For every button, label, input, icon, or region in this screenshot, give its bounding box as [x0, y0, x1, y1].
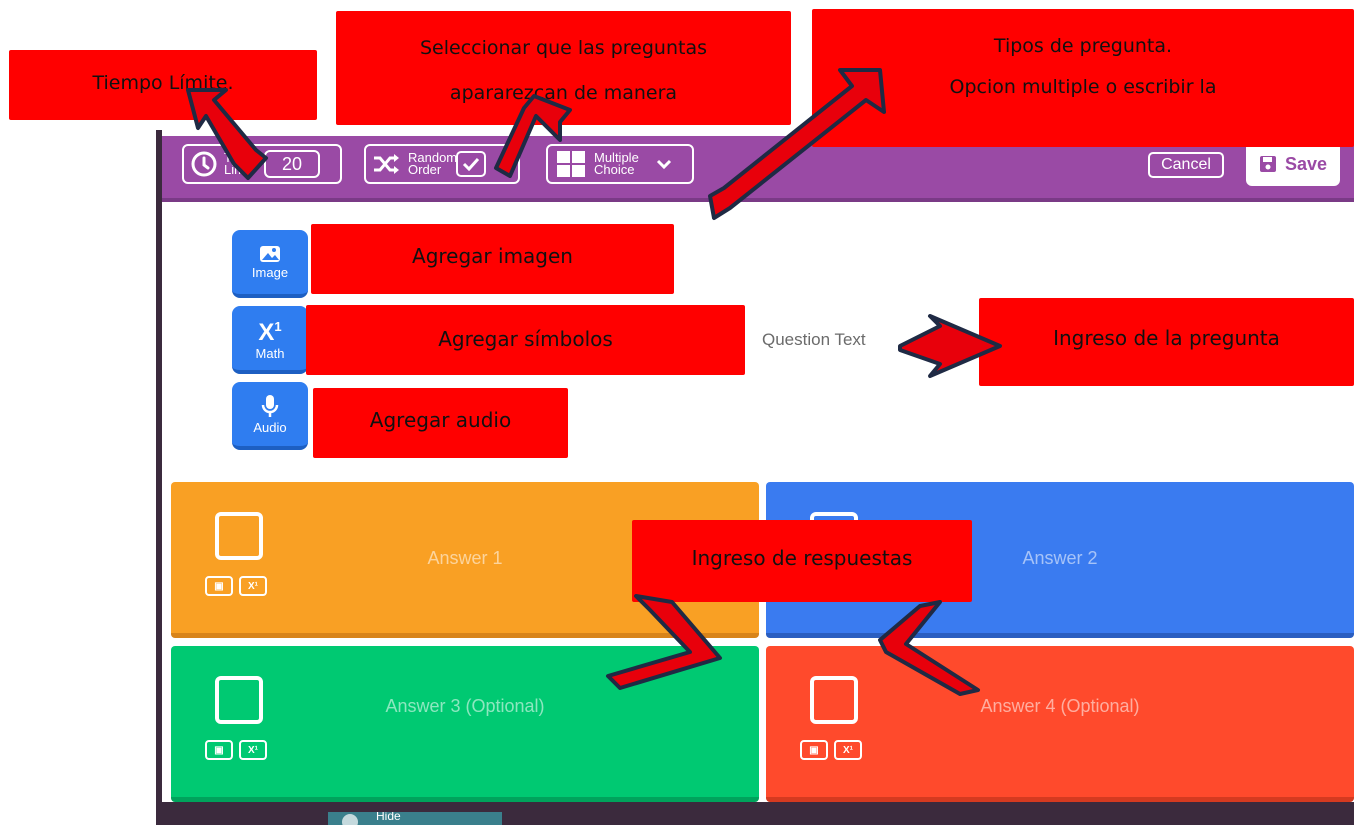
image-icon[interactable]: ▣ — [800, 740, 828, 760]
callout-add-symbols-text: Agregar símbolos — [438, 327, 613, 351]
superscript-icon[interactable]: X¹ — [239, 576, 267, 596]
answer-3-media-tools: ▣ X¹ — [205, 740, 267, 762]
callout-types-line2: Opcion multiple o escribir la — [949, 76, 1217, 98]
answer-1-media-tools: ▣ X¹ — [205, 576, 267, 598]
chevron-down-icon — [656, 159, 672, 170]
random-order-checkbox[interactable] — [456, 151, 486, 177]
add-math-button[interactable]: X1 Math — [232, 306, 308, 374]
answer-4-input[interactable]: Answer 4 (Optional) — [766, 696, 1354, 717]
callout-add-image: Agregar imagen — [311, 224, 674, 294]
image-label: Image — [251, 264, 289, 280]
answer-3-input[interactable]: Answer 3 (Optional) — [171, 696, 759, 717]
checkmark-icon — [462, 157, 480, 171]
save-icon — [1259, 156, 1276, 172]
callout-add-audio-text: Agregar audio — [369, 408, 512, 432]
cancel-button[interactable]: Cancel — [1148, 152, 1224, 178]
callout-add-audio: Agregar audio — [313, 388, 568, 458]
superscript-icon[interactable]: X¹ — [834, 740, 862, 760]
question-text-input[interactable]: Question Text — [762, 330, 866, 350]
callout-answers-input-text: Ingreso de respuestas — [691, 546, 913, 570]
callout-add-symbols: Agregar símbolos — [306, 305, 745, 375]
time-limit-label: Time Limit — [224, 151, 264, 177]
hide-label: Hide — [376, 812, 401, 823]
image-icon[interactable]: ▣ — [205, 576, 233, 596]
add-audio-button[interactable]: Audio — [232, 382, 308, 450]
callout-random-line1: Seleccionar que las preguntas — [419, 37, 708, 59]
callout-add-image-text: Agregar imagen — [412, 244, 573, 268]
random-order-label-2: Order — [408, 162, 442, 177]
grid-icon — [557, 151, 585, 177]
image-icon[interactable]: ▣ — [205, 740, 233, 760]
callout-question-input: Ingreso de la pregunta — [979, 298, 1354, 386]
time-limit-control[interactable]: Time Limit 20 — [182, 144, 342, 184]
callout-random-order: Seleccionar que las preguntas apararezca… — [336, 11, 791, 125]
hide-button[interactable]: Hide — [328, 812, 502, 825]
superscript-icon: X1 — [258, 318, 282, 346]
answer-card-4[interactable]: ▣ X¹ Answer 4 (Optional) — [766, 646, 1354, 802]
random-order-control[interactable]: Random Order — [364, 144, 520, 184]
callout-types-line1: Tipos de pregunta. — [993, 35, 1173, 57]
callout-question-types: Tipos de pregunta. Opcion multiple o esc… — [812, 9, 1354, 147]
math-label: Math — [255, 345, 285, 361]
question-type-label-2: Choice — [594, 162, 635, 177]
microphone-icon — [261, 394, 279, 417]
callout-question-input-text: Ingreso de la pregunta — [1053, 326, 1280, 350]
superscript-icon[interactable]: X¹ — [239, 740, 267, 760]
random-order-label: Random Order — [408, 151, 457, 177]
save-label: Save — [1284, 153, 1328, 174]
callout-time-limit: Tiempo Límite. — [9, 50, 317, 120]
image-icon — [260, 245, 280, 262]
answer-4-media-tools: ▣ X¹ — [800, 740, 862, 762]
add-image-button[interactable]: Image — [232, 230, 308, 298]
clock-icon — [191, 151, 217, 177]
hide-icon — [342, 814, 358, 825]
callout-answers-input: Ingreso de respuestas — [632, 520, 972, 602]
callout-random-line2: apararezcan de manera — [449, 82, 678, 104]
answer-card-3[interactable]: ▣ X¹ Answer 3 (Optional) — [171, 646, 759, 802]
question-type-select[interactable]: Multiple Choice — [546, 144, 694, 184]
time-limit-label-2: Limit — [224, 162, 252, 177]
shuffle-icon — [374, 154, 399, 174]
question-type-label: Multiple Choice — [594, 151, 656, 177]
audio-label: Audio — [253, 419, 287, 435]
callout-time-limit-text: Tiempo Límite. — [92, 72, 234, 94]
save-button[interactable]: Save — [1246, 142, 1340, 186]
time-limit-input[interactable]: 20 — [264, 150, 320, 178]
